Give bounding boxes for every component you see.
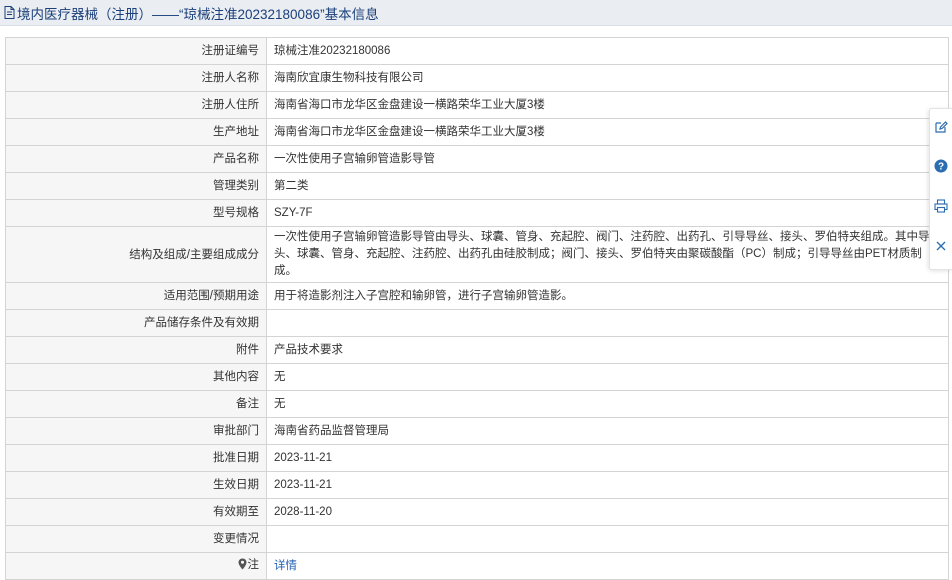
field-value: 第二类 [266,172,949,200]
table-row: 审批部门 海南省药品监督管理局 [5,417,949,445]
table-row: 附件 产品技术要求 [5,336,949,364]
field-value: 无 [266,390,949,418]
field-label: 产品名称 [5,145,267,173]
field-value: 产品技术要求 [266,336,949,364]
edit-icon[interactable] [933,119,949,135]
table-row: 有效期至 2028-11-20 [5,498,949,526]
help-icon[interactable]: ? [933,158,949,174]
field-label: 审批部门 [5,417,267,445]
table-row: 产品名称 一次性使用子宫输卵管造影导管 [5,145,949,173]
page-title: 境内医疗器械（注册）——“琼械注准20232180086”基本信息 [17,6,379,22]
table-row: 变更情况 [5,525,949,553]
field-label: 适用范围/预期用途 [5,282,267,310]
field-value: SZY-7F [266,199,949,227]
side-toolbar: ? [929,108,952,270]
field-label: 结构及组成/主要组成成分 [5,226,267,283]
field-value: 用于将造影剂注入子宫腔和输卵管，进行子宫输卵管造影。 [266,282,949,310]
document-icon [4,6,15,19]
field-value: 海南省海口市龙华区金盘建设一横路荣华工业大厦3楼 [266,91,949,119]
print-icon[interactable] [933,198,949,214]
page-header: 境内医疗器械（注册）——“琼械注准20232180086”基本信息 [0,0,952,26]
field-value: 海南省药品监督管理局 [266,417,949,445]
note-label: 注 [247,559,260,571]
field-label: 管理类别 [5,172,267,200]
svg-text:?: ? [938,162,944,173]
field-label: 生产地址 [5,118,267,146]
table-row: 其他内容无 [5,363,949,391]
field-label: 其他内容 [5,363,267,391]
table-row: 管理类别 第二类 [5,172,949,200]
field-label: 备注 [5,390,267,418]
table-row: 批准日期 2023-11-21 [5,444,949,472]
field-label: 附件 [5,336,267,364]
field-value [266,525,949,553]
field-value: 无 [266,363,949,391]
field-value: 2028-11-20 [266,498,949,526]
field-label: 生效日期 [5,471,267,499]
table-row: 注册人名称 海南欣宜康生物科技有限公司 [5,64,949,92]
field-label: 变更情况 [5,525,267,553]
field-value: 海南省海口市龙华区金盘建设一横路荣华工业大厦3楼 [266,118,949,146]
close-icon[interactable] [933,238,949,254]
record-table: 注册证编号 琼械注准20232180086 注册人名称 海南欣宜康生物科技有限公司 注册… [5,37,949,580]
field-value: 一次性使用子宫输卵管造影导管由导头、球囊、管身、充起腔、阀门、注药腔、出药孔、引… [266,226,949,283]
field-value: 一次性使用子宫输卵管造影导管 [266,145,949,173]
field-label: 型号规格 [5,199,267,227]
table-row: 注册人住所 海南省海口市龙华区金盘建设一横路荣华工业大厦3楼 [5,91,949,119]
table-row: 生效日期 2023-11-21 [5,471,949,499]
note-value: 详情 [266,552,949,580]
field-value: 琼械注准20232180086 [266,37,949,65]
field-label: 产品储存条件及有效期 [5,309,267,337]
field-label: 注册人住所 [5,91,267,119]
field-label: 注册证编号 [5,37,267,65]
field-label: 批准日期 [5,444,267,472]
table-row: 备注无 [5,390,949,418]
table-row: 型号规格 SZY-7F [5,199,949,227]
map-pin-icon [238,558,247,575]
field-label: 注册人名称 [5,64,267,92]
field-value [266,309,949,337]
field-value: 2023-11-21 [266,444,949,472]
detail-link[interactable]: 详情 [274,560,297,572]
table-row: 注册证编号 琼械注准20232180086 [5,37,949,65]
note-label-cell: 注 [5,552,267,580]
field-value: 2023-11-21 [266,471,949,499]
table-row: 产品储存条件及有效期 [5,309,949,337]
field-label: 有效期至 [5,498,267,526]
table-row: 生产地址 海南省海口市龙华区金盘建设一横路荣华工业大厦3楼 [5,118,949,146]
table-row: 结构及组成/主要组成成分 一次性使用子宫输卵管造影导管由导头、球囊、管身、充起腔、… [5,226,949,283]
field-value: 海南欣宜康生物科技有限公司 [266,64,949,92]
note-row: 注 详情 [5,552,949,580]
table-row: 适用范围/预期用途 用于将造影剂注入子宫腔和输卵管，进行子宫输卵管造影。 [5,282,949,310]
